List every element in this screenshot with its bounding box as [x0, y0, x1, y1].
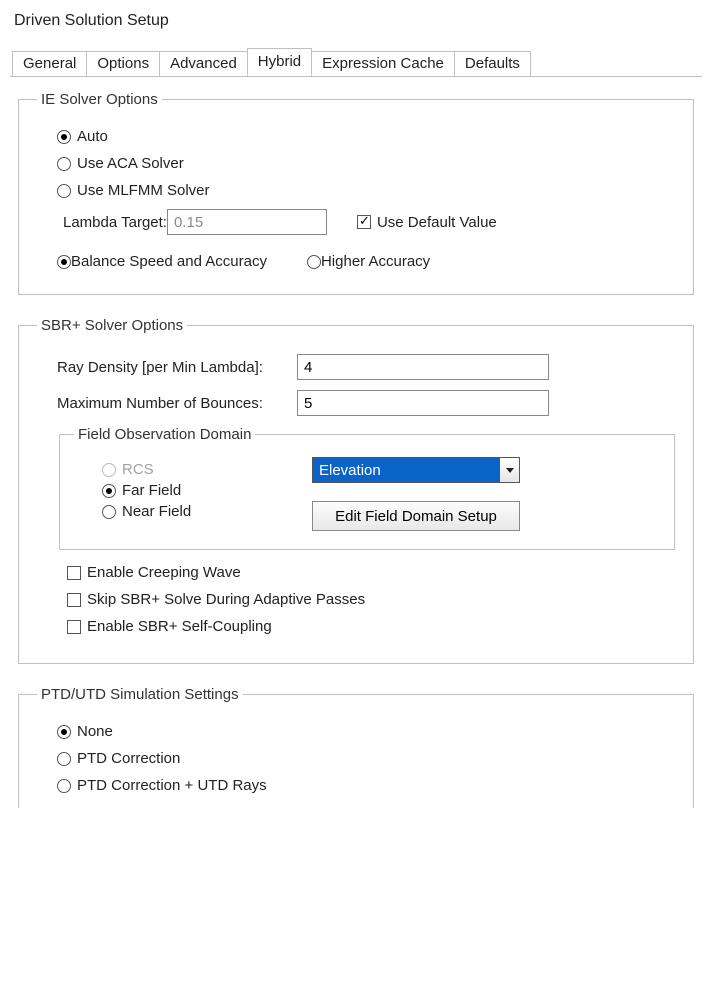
group-ie-solver-legend: IE Solver Options [37, 91, 162, 108]
group-sbr-solver-legend: SBR+ Solver Options [37, 317, 187, 334]
ray-density-label: Ray Density [per Min Lambda]: [57, 359, 297, 376]
radio-higher-accuracy-label[interactable]: Higher Accuracy [321, 253, 430, 270]
check-self-coupling[interactable] [67, 620, 81, 634]
radio-ptd-utd-label[interactable]: PTD Correction + UTD Rays [77, 777, 267, 794]
radio-ptd-utd[interactable] [57, 779, 71, 793]
radio-ie-mlfmm[interactable] [57, 184, 71, 198]
check-use-default-label[interactable]: Use Default Value [377, 214, 497, 231]
chevron-down-icon [499, 458, 519, 482]
radio-ie-auto-label[interactable]: Auto [77, 128, 108, 145]
fod-dropdown[interactable]: Elevation [312, 457, 520, 483]
tab-expression-cache[interactable]: Expression Cache [311, 51, 455, 76]
tab-options[interactable]: Options [86, 51, 160, 76]
max-bounces-input[interactable] [297, 390, 549, 416]
fod-dropdown-value: Elevation [313, 458, 499, 482]
check-self-coupling-label[interactable]: Enable SBR+ Self-Coupling [87, 618, 272, 635]
group-ptd-utd-legend: PTD/UTD Simulation Settings [37, 686, 243, 703]
check-creeping-wave[interactable] [67, 566, 81, 580]
radio-higher-accuracy[interactable] [307, 255, 321, 269]
tab-general[interactable]: General [12, 51, 87, 76]
group-field-observation-legend: Field Observation Domain [74, 426, 255, 443]
radio-balance[interactable] [57, 255, 71, 269]
group-field-observation: Field Observation Domain RCS Far Field [59, 426, 675, 550]
radio-fod-near[interactable] [102, 505, 116, 519]
max-bounces-label: Maximum Number of Bounces: [57, 395, 297, 412]
radio-fod-rcs-label: RCS [122, 461, 154, 478]
tab-defaults[interactable]: Defaults [454, 51, 531, 76]
radio-ie-mlfmm-label[interactable]: Use MLFMM Solver [77, 182, 210, 199]
check-skip-sbr-label[interactable]: Skip SBR+ Solve During Adaptive Passes [87, 591, 365, 608]
radio-fod-far[interactable] [102, 484, 116, 498]
radio-fod-far-label[interactable]: Far Field [122, 482, 181, 499]
check-use-default[interactable] [357, 215, 371, 229]
check-skip-sbr[interactable] [67, 593, 81, 607]
group-sbr-solver: SBR+ Solver Options Ray Density [per Min… [18, 317, 694, 664]
radio-ptd-correction[interactable] [57, 752, 71, 766]
ray-density-input[interactable] [297, 354, 549, 380]
lambda-target-input[interactable] [167, 209, 327, 235]
check-creeping-wave-label[interactable]: Enable Creeping Wave [87, 564, 241, 581]
group-ptd-utd: PTD/UTD Simulation Settings None PTD Cor… [18, 686, 694, 808]
edit-field-domain-button[interactable]: Edit Field Domain Setup [312, 501, 520, 531]
radio-ptd-none[interactable] [57, 725, 71, 739]
radio-ie-auto[interactable] [57, 130, 71, 144]
radio-ie-aca[interactable] [57, 157, 71, 171]
radio-fod-rcs [102, 463, 116, 477]
tab-hybrid[interactable]: Hybrid [247, 48, 312, 75]
radio-ie-aca-label[interactable]: Use ACA Solver [77, 155, 184, 172]
group-ie-solver: IE Solver Options Auto Use ACA Solver Us… [18, 91, 694, 295]
tab-bar: General Options Advanced Hybrid Expressi… [12, 48, 702, 76]
radio-fod-near-label[interactable]: Near Field [122, 503, 191, 520]
radio-ptd-none-label[interactable]: None [77, 723, 113, 740]
radio-ptd-correction-label[interactable]: PTD Correction [77, 750, 180, 767]
lambda-target-label: Lambda Target: [63, 214, 167, 231]
window-title: Driven Solution Setup [14, 12, 702, 30]
tab-advanced[interactable]: Advanced [159, 51, 248, 76]
radio-balance-label[interactable]: Balance Speed and Accuracy [71, 253, 267, 270]
